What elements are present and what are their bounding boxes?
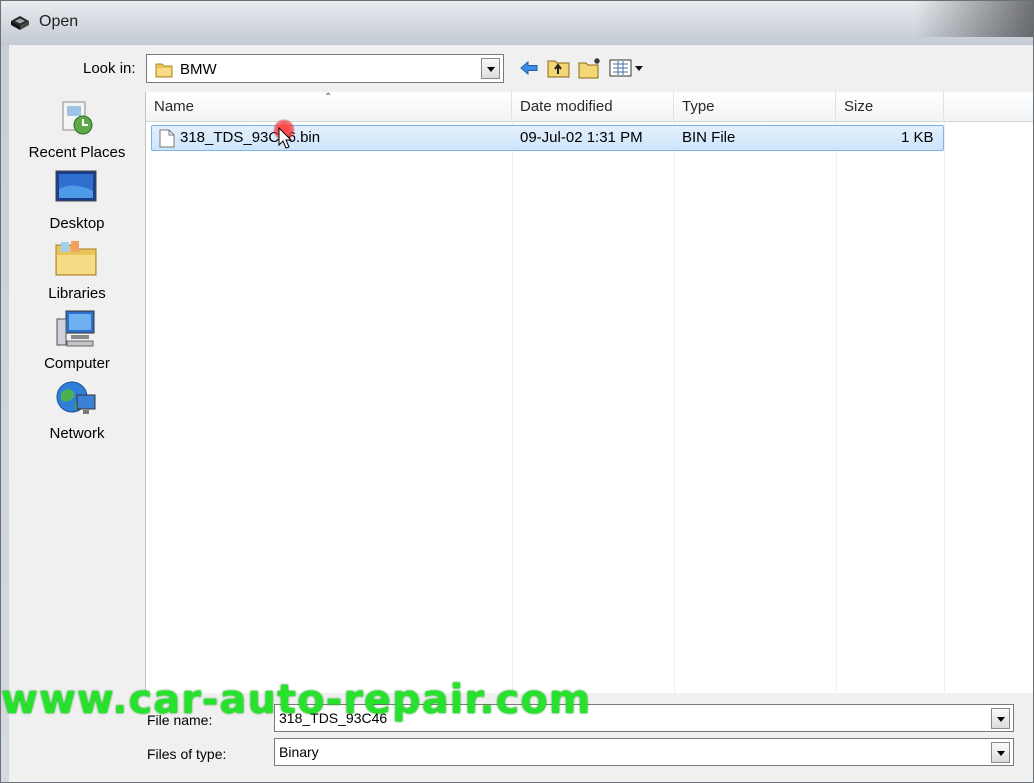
- files-of-type-dropdown[interactable]: Binary: [274, 738, 1014, 766]
- places-bar: Recent Places Desktop Libraries Computer…: [9, 93, 145, 693]
- place-computer[interactable]: Computer: [9, 309, 145, 377]
- place-label: Recent Places: [28, 144, 126, 161]
- file-row[interactable]: 318_TDS_93C46.bin 09-Jul-02 1:31 PM BIN …: [151, 125, 944, 151]
- place-network[interactable]: Network: [9, 379, 145, 447]
- chevron-down-icon[interactable]: [991, 742, 1010, 763]
- place-label: Desktop: [49, 215, 105, 232]
- file-list[interactable]: Name ⌃ Date modified Type Size 318_TDS_9…: [145, 92, 1033, 734]
- desktop-icon: [53, 169, 99, 209]
- file-icon: [159, 129, 175, 148]
- look-in-value: BMW: [180, 61, 217, 78]
- column-header-date[interactable]: Date modified: [512, 92, 674, 122]
- up-folder-icon[interactable]: [547, 57, 571, 79]
- sort-ascending-icon: ⌃: [324, 92, 333, 103]
- column-header-bar: Name ⌃ Date modified Type Size: [146, 92, 1033, 122]
- column-divider: [512, 122, 513, 734]
- column-divider: [944, 122, 945, 734]
- mouse-cursor-icon: [278, 126, 294, 151]
- title-bar-shadow: [915, 1, 1033, 37]
- title-bar[interactable]: Open: [1, 1, 1033, 45]
- view-menu-icon[interactable]: [609, 57, 645, 79]
- files-of-type-value: Binary: [279, 744, 319, 760]
- chevron-down-icon[interactable]: [991, 708, 1010, 729]
- recent-places-icon: [53, 98, 99, 138]
- column-divider: [836, 122, 837, 734]
- column-header-size[interactable]: Size: [836, 92, 944, 122]
- dialog-client-area: Look in: BMW Recent Places Desktop Libra…: [9, 45, 1033, 782]
- place-label: Network: [49, 425, 105, 442]
- look-in-dropdown[interactable]: BMW: [146, 54, 504, 83]
- place-libraries[interactable]: Libraries: [9, 239, 145, 307]
- new-folder-icon[interactable]: [578, 57, 602, 79]
- watermark-text: www.car-auto-repair.com: [1, 677, 592, 723]
- window-title: Open: [39, 13, 79, 30]
- file-date-cell: 09-Jul-02 1:31 PM: [520, 129, 643, 146]
- files-of-type-label: Files of type:: [147, 746, 227, 762]
- place-recent-places[interactable]: Recent Places: [9, 98, 145, 166]
- place-label: Libraries: [48, 285, 106, 302]
- place-label: Computer: [44, 355, 110, 372]
- file-name-cell: 318_TDS_93C46.bin: [180, 129, 321, 146]
- place-desktop[interactable]: Desktop: [9, 169, 145, 237]
- look-in-label: Look in:: [83, 60, 136, 77]
- folder-icon: [155, 61, 173, 78]
- app-icon: [9, 13, 31, 31]
- column-divider: [674, 122, 675, 734]
- network-icon: [53, 379, 99, 419]
- libraries-icon: [53, 239, 99, 279]
- back-arrow-icon[interactable]: [518, 57, 540, 79]
- open-dialog: Open Look in: BMW Recent Places Desktop …: [0, 0, 1034, 783]
- file-type-cell: BIN File: [682, 129, 736, 146]
- column-header-type[interactable]: Type: [674, 92, 836, 122]
- computer-icon: [53, 309, 99, 349]
- file-size-cell: 1 KB: [901, 129, 934, 146]
- chevron-down-icon[interactable]: [481, 58, 500, 79]
